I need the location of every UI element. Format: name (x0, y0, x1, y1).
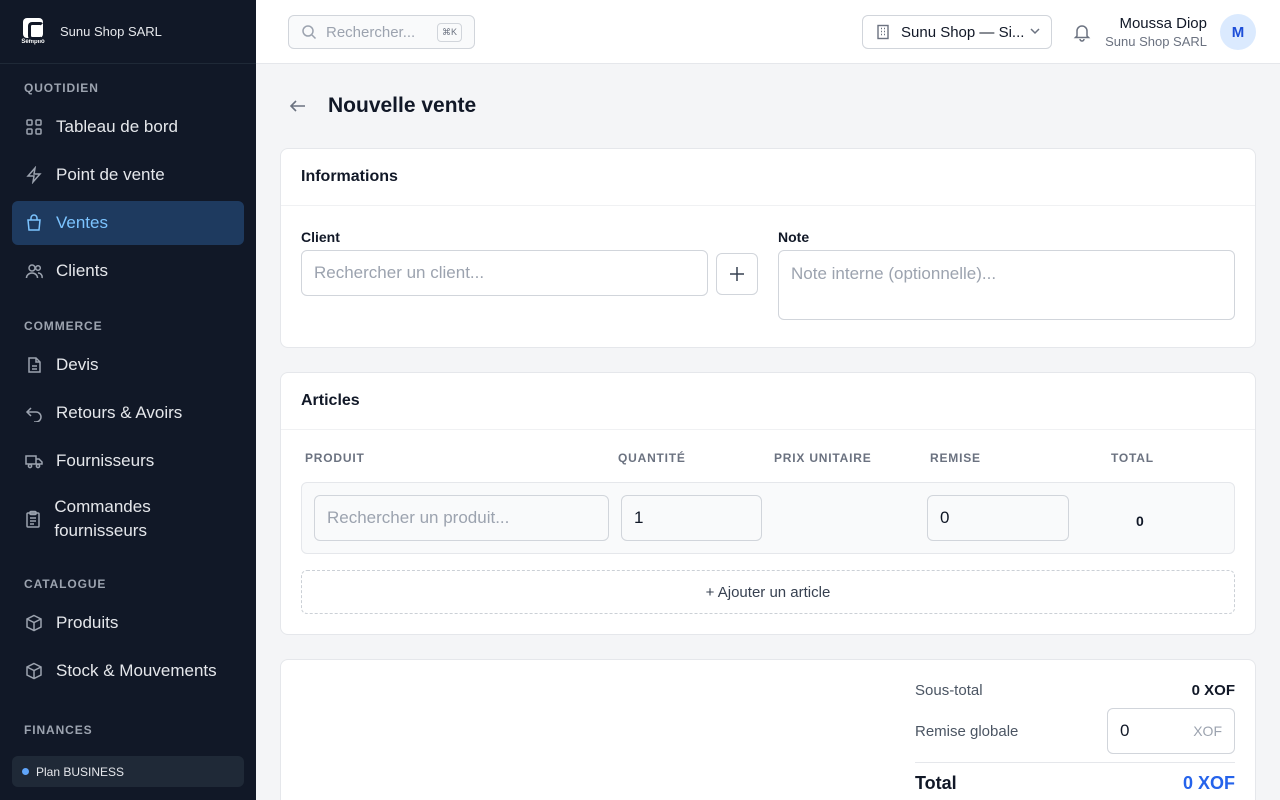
divider (915, 762, 1235, 763)
section-quotidien: QUOTIDIEN (24, 81, 99, 95)
shopping-bag-icon (24, 213, 44, 233)
informations-card: Informations Client Rechercher un client… (280, 148, 1256, 348)
total-label: Total (915, 773, 957, 793)
truck-icon (24, 451, 44, 471)
sidebar-item-devis[interactable]: Devis (12, 343, 244, 387)
sidebar-item-label: Produits (56, 613, 119, 632)
total-value: 0 XOF (1182, 773, 1235, 793)
sidebar-item-label: Point de vente (56, 165, 165, 184)
chevron-down-icon (1029, 24, 1041, 41)
currency-suffix: XOF (1193, 723, 1222, 739)
remise-globale-label: Remise globale (915, 723, 1019, 740)
column-header-total: TOTAL (1111, 451, 1154, 465)
search-placeholder: Rechercher... (326, 23, 416, 41)
top-header: Rechercher... ⌘K Sunu Shop — Si... Mouss… (256, 0, 1280, 64)
sidebar-item-produits[interactable]: Produits (12, 601, 244, 645)
status-dot (22, 768, 29, 775)
row-total: 0 (1136, 513, 1144, 529)
sidebar-item-label: Devis (56, 355, 99, 374)
shop-select-label: Sunu Shop — Si... (901, 23, 1025, 41)
sidebar-item-label: Clients (56, 261, 108, 280)
bell-icon[interactable] (1072, 22, 1092, 42)
sidebar-item-tableau-de-bord[interactable]: Tableau de bord (12, 105, 244, 149)
sidebar: Semplio Sunu Shop SARL QUOTIDIEN Tableau… (0, 0, 256, 800)
sidebar-item-stock-mouvements[interactable]: Stock & Mouvements (12, 649, 244, 693)
avatar[interactable]: M (1220, 14, 1256, 50)
shop-select[interactable]: Sunu Shop — Si... (862, 15, 1052, 49)
sidebar-item-clients[interactable]: Clients (12, 249, 244, 293)
sidebar-item-label: Fournisseurs (56, 451, 155, 470)
section-finances: FINANCES (24, 723, 93, 737)
user-info[interactable]: Moussa Diop Sunu Shop SARL (1105, 15, 1207, 49)
subtotal-label: Sous-total (915, 682, 983, 699)
subtotal-value: 0 XOF (1191, 682, 1235, 699)
user-org: Sunu Shop SARL (1105, 34, 1207, 49)
sidebar-item-label: Tableau de bord (56, 117, 178, 136)
product-search-input[interactable]: Rechercher un produit... (314, 495, 609, 541)
sidebar-item-point-de-vente[interactable]: Point de vente (12, 153, 244, 197)
table-row: Rechercher un produit... 1 0 0 (301, 482, 1235, 554)
box-icon (24, 613, 44, 633)
user-name: Moussa Diop (1119, 15, 1207, 32)
company-name: Sunu Shop SARL (60, 24, 162, 39)
client-label: Client (301, 229, 340, 245)
section-catalogue: CATALOGUE (24, 577, 107, 591)
column-header-remise: REMISE (930, 451, 981, 465)
add-article-button[interactable]: + Ajouter un article (301, 570, 1235, 614)
plus-icon (730, 267, 744, 281)
card-title: Informations (281, 149, 1255, 206)
column-header-prix-unitaire: PRIX UNITAIRE (774, 451, 872, 465)
quantity-input[interactable]: 1 (621, 495, 762, 541)
sidebar-item-ventes[interactable]: Ventes (12, 201, 244, 245)
remise-globale-input[interactable]: 0 XOF (1107, 708, 1235, 754)
building-icon (877, 24, 889, 40)
articles-card: Articles PRODUIT QUANTITÉ PRIX UNITAIRE … (280, 372, 1256, 635)
column-header-quantite: QUANTITÉ (618, 451, 686, 465)
search-input[interactable]: Rechercher... ⌘K (288, 15, 475, 49)
sidebar-item-label: Commandes fournisseurs (54, 497, 151, 540)
sidebar-item-commandes-fournisseurs[interactable]: Commandes fournisseurs (12, 487, 244, 551)
lightning-icon (24, 165, 44, 185)
sidebar-item-label: Retours & Avoirs (56, 403, 183, 422)
card-title: Articles (281, 373, 1255, 430)
sidebar-item-label: Ventes (56, 213, 108, 232)
remise-input[interactable]: 0 (927, 495, 1069, 541)
undo-icon (24, 403, 44, 423)
clipboard-icon (24, 509, 42, 529)
search-icon (302, 25, 317, 40)
client-search-input[interactable]: Rechercher un client... (301, 250, 708, 296)
plan-label: Plan BUSINESS (36, 764, 125, 779)
page-title: Nouvelle vente (328, 94, 477, 117)
summary-card: Sous-total 0 XOF Remise globale 0 XOF To… (280, 659, 1256, 800)
plan-badge[interactable]: Plan BUSINESS (12, 756, 244, 787)
back-arrow-icon[interactable] (288, 96, 308, 116)
note-textarea[interactable]: Note interne (optionnelle)... (778, 250, 1235, 320)
brand: Semplio Sunu Shop SARL (0, 0, 256, 64)
users-icon (24, 261, 44, 281)
column-header-produit: PRODUIT (305, 451, 365, 465)
add-client-button[interactable] (716, 253, 758, 295)
section-commerce: COMMERCE (24, 319, 103, 333)
sidebar-item-fournisseurs[interactable]: Fournisseurs (12, 439, 244, 483)
shortcut-badge: ⌘K (436, 22, 462, 42)
document-icon (24, 355, 44, 375)
sidebar-item-retours-avoirs[interactable]: Retours & Avoirs (12, 391, 244, 435)
note-label: Note (778, 229, 810, 245)
cube-icon (24, 661, 44, 681)
grid-icon (24, 117, 44, 137)
sidebar-item-label: Stock & Mouvements (56, 661, 217, 680)
brand-logo: Semplio (18, 17, 48, 47)
remise-globale-value: 0 (1120, 721, 1130, 740)
